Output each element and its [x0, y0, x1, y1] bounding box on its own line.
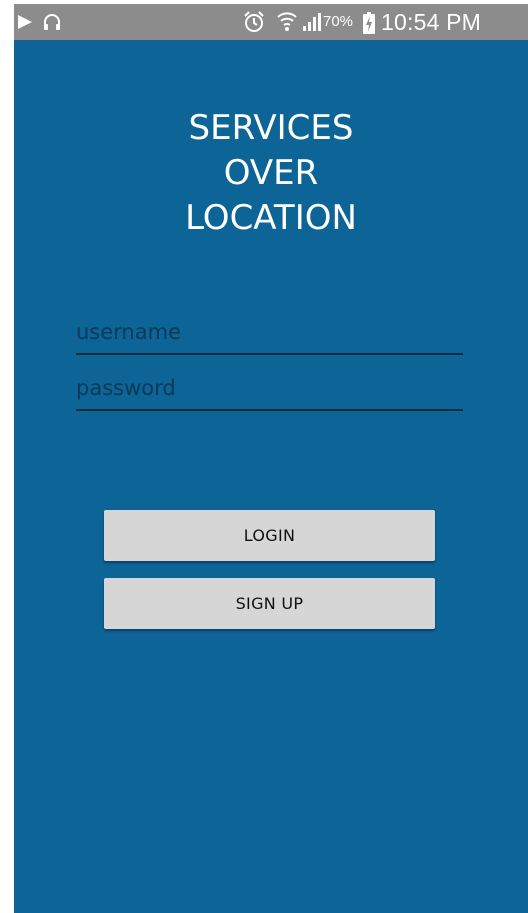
battery-percent: 70%	[323, 13, 354, 30]
login-screen: 70% 10:54 PM SERVICES OVER LOCATION LOGI…	[14, 4, 528, 913]
login-button[interactable]: LOGIN	[104, 510, 435, 561]
status-bar: 70% 10:54 PM	[14, 4, 528, 40]
wifi-icon	[277, 12, 297, 31]
password-field[interactable]	[76, 371, 463, 411]
signup-button[interactable]: SIGN UP	[104, 578, 435, 629]
app-title-line: OVER	[223, 153, 319, 193]
app-title: SERVICES OVER LOCATION	[14, 106, 528, 241]
headphones-icon	[44, 14, 60, 30]
app-title-line: SERVICES	[188, 108, 354, 148]
status-clock: 10:54 PM	[381, 9, 482, 35]
play-icon	[18, 15, 32, 29]
battery-charging-icon	[363, 12, 375, 34]
app-title-line: LOCATION	[185, 198, 357, 238]
signal-icon	[303, 13, 321, 31]
alarm-icon	[244, 11, 264, 32]
username-field[interactable]	[76, 315, 463, 355]
